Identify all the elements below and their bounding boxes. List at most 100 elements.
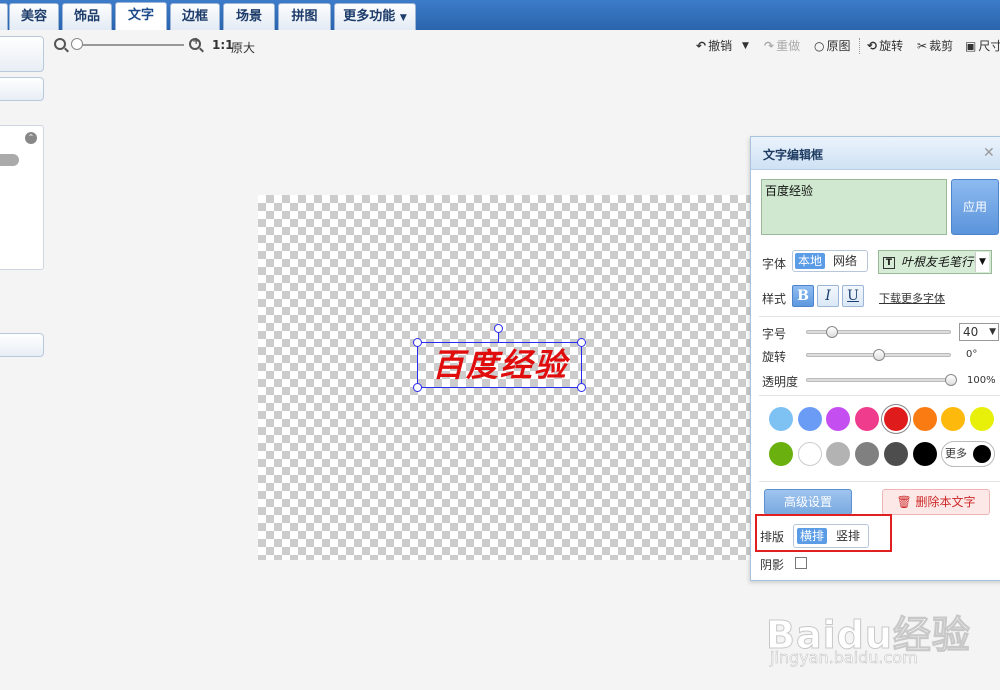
bold-button[interactable]: B [792, 285, 814, 307]
collapse-up-icon[interactable]: ⌃ [25, 132, 37, 144]
chevron-down-icon: ▼ [399, 13, 407, 23]
resize-icon: ▣ [965, 39, 977, 53]
shadow-label: 阴影 [760, 558, 785, 572]
color-swatch-r1-6[interactable] [912, 407, 937, 431]
font-source-toggle: 本地 网络 [792, 250, 868, 272]
crop-button[interactable]: ✂ 裁剪 [917, 38, 953, 54]
tab-beauty[interactable]: 美容 [9, 3, 59, 30]
color-swatch-r2-1[interactable] [769, 442, 793, 466]
tab-more-features[interactable]: 更多功能 ▼ [334, 3, 416, 30]
zoom-slider[interactable] [76, 44, 184, 46]
panel-header[interactable]: 文字编辑框 ✕ [751, 137, 1000, 170]
color-swatch-r1-5[interactable] [883, 407, 908, 431]
toolbar-separator [859, 38, 860, 54]
annotation-highlight-box [755, 514, 892, 552]
font-source-local[interactable]: 本地 [795, 253, 826, 269]
resize-handle-top-right[interactable] [577, 338, 586, 347]
canvas-text-layer[interactable]: 百度经验 [422, 345, 578, 385]
divider [759, 316, 1000, 317]
font-source-web[interactable]: 网络 [830, 253, 860, 269]
font-size-value: 40 [963, 325, 979, 339]
divider [759, 395, 1000, 396]
color-swatch-r1-4[interactable] [855, 407, 880, 431]
left-panel-button-3[interactable] [0, 333, 44, 357]
tab-text[interactable]: 文字 [115, 2, 167, 30]
current-color-swatch [973, 445, 991, 463]
apply-button[interactable]: 应用 [951, 179, 999, 235]
color-swatch-r1-2[interactable] [797, 407, 822, 431]
download-more-fonts-link[interactable]: 下载更多字体 [879, 290, 945, 306]
tab-frame[interactable]: 边框 [170, 3, 220, 30]
left-panel-button-1[interactable] [0, 36, 44, 72]
rotate-button[interactable]: ⟲ 旋转 [867, 38, 903, 54]
opacity-value: 100% [967, 375, 996, 386]
rotate-handle-line [498, 332, 499, 342]
tab-more-features-label: 更多功能 [343, 9, 396, 24]
more-colors-button[interactable]: 更多 [941, 441, 995, 467]
rotation-label: 旋转 [762, 350, 787, 364]
original-size-button[interactable]: 原大 [231, 39, 255, 56]
zoom-slider-knob[interactable] [71, 38, 83, 50]
left-material-panel: ⌃ [0, 125, 44, 270]
redo-icon: ↷ [764, 39, 775, 53]
color-swatch-r1-8[interactable] [969, 407, 994, 431]
close-icon[interactable]: ✕ [983, 145, 995, 161]
tab-accessories[interactable]: 饰品 [62, 3, 112, 30]
rotate-handle[interactable] [494, 324, 503, 333]
resize-handle-top-left[interactable] [413, 338, 422, 347]
left-panel-button-2[interactable] [0, 77, 44, 101]
top-tab-bar: 美容 饰品 文字 边框 场景 拼图 更多功能 ▼ [0, 0, 1000, 30]
advanced-settings-button[interactable]: 高级设置 [764, 489, 852, 515]
font-family-value: 叶根友毛笔行书 [901, 255, 986, 269]
original-image-button[interactable]: ○ 原图 [814, 38, 851, 54]
resize-button[interactable]: ▣ 尺寸 [965, 38, 1000, 54]
color-swatch-r1-7[interactable] [941, 407, 966, 431]
undo-button[interactable]: ↶ 撤销 [696, 38, 732, 54]
italic-button[interactable]: I [817, 285, 839, 307]
undo-dropdown[interactable]: ▼ [742, 38, 749, 54]
delete-text-button[interactable]: 🗑 删除本文字 [882, 489, 990, 515]
baidu-jingyan-watermark: Baidu经验 jingyan.baidu.com [766, 582, 971, 672]
zoom-in-icon[interactable] [189, 36, 201, 50]
color-swatch-r2-4[interactable] [855, 442, 880, 466]
tab-collage[interactable]: 拼图 [278, 3, 331, 30]
font-size-label: 字号 [762, 327, 787, 341]
opacity-label: 透明度 [762, 375, 799, 389]
undo-icon: ↶ [696, 39, 707, 53]
circle-icon: ○ [814, 39, 825, 53]
rotation-slider-knob[interactable] [872, 349, 885, 361]
scissors-icon: ✂ [917, 39, 928, 53]
text-content-input[interactable] [761, 179, 947, 235]
color-swatch-r2-5[interactable] [883, 442, 908, 466]
chevron-down-icon: ▼ [989, 327, 996, 337]
chevron-down-icon: ▼ [742, 41, 749, 51]
color-swatch-r2-2[interactable] [797, 442, 822, 466]
divider [759, 481, 1000, 482]
panel-title: 文字编辑框 [763, 148, 824, 162]
zoom-out-icon[interactable] [54, 38, 66, 50]
font-size-slider-knob[interactable] [826, 326, 839, 338]
font-family-select[interactable]: T 叶根友毛笔行书 ▼ [878, 250, 992, 274]
tab-scene[interactable]: 场景 [223, 3, 275, 30]
scroll-thumb[interactable] [0, 154, 19, 166]
color-swatch-r1-3[interactable] [826, 407, 851, 431]
delete-text-label: 删除本文字 [915, 495, 976, 509]
watermark-url: jingyan.baidu.com [770, 648, 918, 668]
rotate-icon: ⟲ [867, 39, 878, 53]
image-canvas[interactable]: 百度经验 [258, 195, 778, 560]
color-swatch-r2-3[interactable] [826, 442, 851, 466]
opacity-slider-knob[interactable] [945, 374, 957, 386]
font-size-select[interactable]: 40 ▼ [959, 323, 999, 341]
resize-handle-bottom-right[interactable] [577, 383, 586, 392]
chevron-down-icon: ▼ [975, 252, 989, 272]
resize-handle-bottom-left[interactable] [413, 383, 422, 392]
shadow-checkbox[interactable] [795, 557, 807, 569]
opacity-slider[interactable] [806, 378, 951, 382]
tab-partial[interactable] [0, 3, 8, 30]
font-label: 字体 [762, 257, 787, 271]
style-label: 样式 [762, 292, 787, 306]
color-swatch-r2-6[interactable] [912, 442, 937, 466]
redo-button[interactable]: ↷ 重做 [764, 38, 800, 54]
color-swatch-r1-1[interactable] [769, 407, 793, 431]
underline-button[interactable]: U [842, 285, 864, 307]
